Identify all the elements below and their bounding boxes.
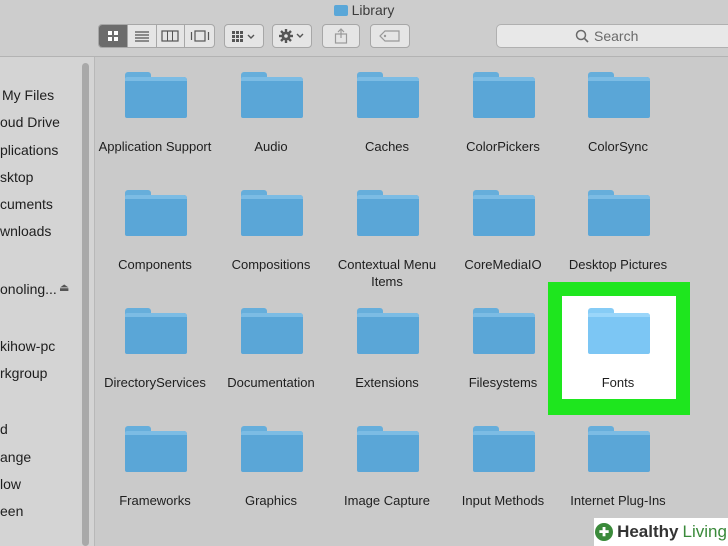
folder-label: Filesystems [468,375,538,390]
folder-label: Extensions [355,375,419,390]
toolbar: Library Search [0,0,728,57]
file-icon-grid: Application Support Audio Caches ColorPi… [95,57,728,546]
folder-icon [241,72,303,118]
folder-icon [125,426,187,472]
folder-label: DirectoryServices [104,375,206,390]
folder-label: Graphics [244,493,298,508]
list-view-icon [134,31,149,42]
folder-label: Audio [254,139,288,154]
watermark-suffix: Living [682,522,727,541]
gallery-view-icon [190,30,209,42]
view-mode-segmented-control [98,24,215,48]
folder-label: Contextual Menu Items [337,257,437,289]
folder-label: Documentation [227,375,315,390]
gear-icon [279,29,304,43]
gallery-view-button[interactable] [185,25,214,47]
search-placeholder: Search [594,28,639,44]
folder-icon [588,308,650,354]
folder-icon [357,190,419,236]
sidebar-item-downloads[interactable]: wnloads [0,223,80,239]
folder-icon [473,308,535,354]
folder-label: Image Capture [344,493,430,508]
sidebar-item-workgroup[interactable]: rkgroup [0,365,80,381]
sidebar-item-shared-pc[interactable]: kihow-pc [0,338,80,354]
group-grid-icon [232,31,255,42]
action-button[interactable] [272,24,312,48]
watermark-logo-icon: ✚ [595,523,614,541]
chevron-down-icon [247,34,255,39]
folder-icon [357,308,419,354]
folder-icon [241,190,303,236]
icon-view-icon [107,31,118,41]
eject-icon[interactable]: ⏏ [59,281,69,294]
sidebar-item-device[interactable]: onoling... [0,281,56,297]
search-icon [575,29,589,43]
folder-icon [241,308,303,354]
folder-label: Desktop Pictures [568,257,668,272]
folder-icon [473,426,535,472]
group-by-button[interactable] [224,24,264,48]
folder-icon [241,426,303,472]
list-view-button[interactable] [128,25,157,47]
folder-label: Frameworks [119,493,191,508]
folder-icon [588,72,650,118]
folder-label: ColorPickers [466,139,540,154]
folder-label: CoreMediaIO [464,257,542,272]
sidebar-item-tag-red[interactable]: d [0,421,80,437]
column-view-icon [161,30,179,42]
share-button[interactable] [322,24,360,48]
folder-icon [473,72,535,118]
folder-label: Application Support [98,139,212,154]
folder-icon [473,190,535,236]
tag-icon [379,30,400,42]
sidebar-item-tag-yellow[interactable]: low [0,476,80,492]
folder-label: Internet Plug-Ins [570,493,666,508]
folder-label: Caches [364,139,410,154]
folder-label: Compositions [231,257,311,272]
sidebar-item-applications[interactable]: plications [0,142,80,158]
sidebar-item-icloud-drive[interactable]: oud Drive [0,114,80,130]
share-icon [334,28,348,44]
sidebar-item-my-files[interactable]: My Files [2,87,82,103]
watermark: ✚ Healthy Living [594,518,728,546]
folder-label: Input Methods [461,493,545,508]
folder-icon [357,72,419,118]
folder-icon [588,426,650,472]
folder-label: Components [118,257,192,272]
watermark-brand: Healthy [617,522,679,541]
tags-button[interactable] [370,24,410,48]
sidebar-item-documents[interactable]: cuments [0,196,80,212]
folder-label: Fonts [601,375,635,390]
window-title: Library [0,2,728,18]
icon-view-button[interactable] [99,25,128,47]
sidebar-item-tag-orange[interactable]: ange [0,449,80,465]
folder-icon [357,426,419,472]
sidebar-item-tag-green[interactable]: een [0,503,80,519]
folder-icon [125,72,187,118]
folder-icon [125,308,187,354]
folder-label: ColorSync [588,139,648,154]
folder-icon [588,190,650,236]
folder-icon [125,190,187,236]
search-field[interactable]: Search [496,24,728,48]
column-view-button[interactable] [157,25,186,47]
sidebar-item-desktop[interactable]: sktop [0,169,80,185]
folder-icon [333,5,348,16]
sidebar: My Files oud Drive plications sktop cume… [0,57,95,546]
sidebar-scrollbar[interactable] [82,63,89,546]
